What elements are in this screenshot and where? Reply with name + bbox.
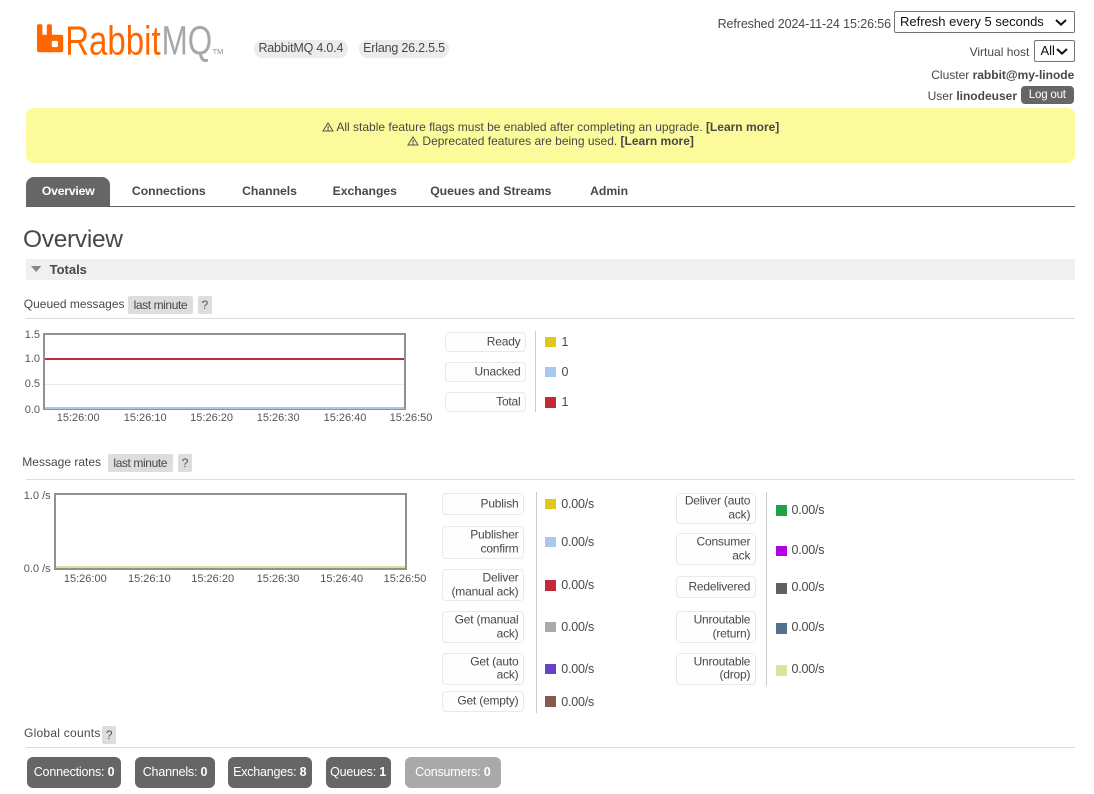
svg-text:MQ: MQ: [162, 20, 213, 62]
svg-text:TM: TM: [213, 47, 224, 56]
svg-text:Rabbit: Rabbit: [65, 20, 161, 62]
